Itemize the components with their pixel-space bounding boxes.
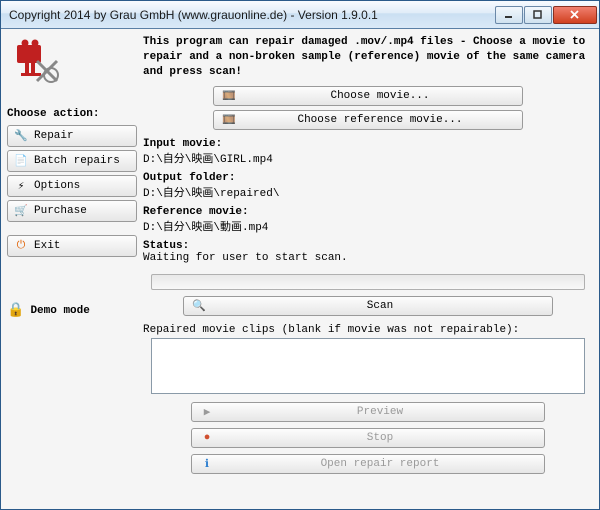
choose-movie-label: Choose movie...: [246, 90, 514, 102]
film-icon: 🎞️: [222, 113, 236, 127]
content: Choose action: 🔧 Repair 📄 Batch repairs …: [1, 29, 599, 509]
window-controls: [494, 6, 597, 24]
maximize-button[interactable]: [524, 6, 552, 24]
repair-button[interactable]: 🔧 Repair: [7, 125, 137, 147]
repaired-clips-label: Repaired movie clips (blank if movie was…: [143, 324, 593, 336]
options-label: Options: [34, 180, 80, 192]
demo-mode-label: Demo mode: [30, 305, 89, 317]
app-logo: [11, 39, 63, 91]
preview-label: Preview: [224, 406, 536, 418]
cart-icon: 🛒: [14, 204, 28, 218]
batch-repairs-button[interactable]: 📄 Batch repairs: [7, 150, 137, 172]
purchase-label: Purchase: [34, 205, 87, 217]
titlebar: Copyright 2014 by Grau GmbH (www.grauonl…: [1, 1, 599, 29]
sidebar-heading: Choose action:: [7, 108, 137, 120]
preview-button[interactable]: ▶ Preview: [191, 402, 545, 422]
document-icon: 📄: [14, 154, 28, 168]
stop-icon: ●: [200, 431, 214, 445]
app-window: Copyright 2014 by Grau GmbH (www.grauonl…: [0, 0, 600, 510]
scan-label: Scan: [216, 300, 544, 312]
exit-button[interactable]: ⏻ Exit: [7, 235, 137, 257]
reference-movie-value: D:\自分\映画\動画.mp4: [143, 218, 593, 234]
instructions-text: This program can repair damaged .mov/.mp…: [143, 35, 593, 80]
stop-label: Stop: [224, 432, 536, 444]
open-report-button[interactable]: ℹ Open repair report: [191, 454, 545, 474]
status-label: Status:: [143, 240, 593, 252]
scan-button[interactable]: 🔍 Scan: [183, 296, 553, 316]
exit-label: Exit: [34, 240, 60, 252]
choose-reference-button[interactable]: 🎞️ Choose reference movie...: [213, 110, 523, 130]
magnifier-icon: 🔍: [192, 299, 206, 313]
lock-icon: 🔒: [7, 302, 24, 319]
demo-mode-row: 🔒 Demo mode: [7, 302, 137, 319]
reference-movie-label: Reference movie:: [143, 206, 593, 218]
film-icon: 🎞️: [222, 89, 236, 103]
play-icon: ▶: [200, 405, 214, 419]
wrench-icon: 🔧: [14, 129, 28, 143]
open-report-label: Open repair report: [224, 458, 536, 470]
window-title: Copyright 2014 by Grau GmbH (www.grauonl…: [9, 8, 494, 22]
output-folder-value: D:\自分\映画\repaired\: [143, 184, 593, 200]
repair-label: Repair: [34, 130, 74, 142]
sidebar: Choose action: 🔧 Repair 📄 Batch repairs …: [7, 35, 137, 503]
bottom-buttons: ▶ Preview ● Stop ℹ Open repair report: [183, 400, 553, 476]
batch-label: Batch repairs: [34, 155, 120, 167]
input-movie-value: D:\自分\映画\GIRL.mp4: [143, 150, 593, 166]
close-button[interactable]: [553, 6, 597, 24]
info-icon: ℹ: [200, 457, 214, 471]
lightning-icon: ⚡: [14, 179, 28, 193]
choose-movie-button[interactable]: 🎞️ Choose movie...: [213, 86, 523, 106]
minimize-button[interactable]: [495, 6, 523, 24]
repaired-clips-list[interactable]: [151, 338, 585, 394]
choose-reference-label: Choose reference movie...: [246, 114, 514, 126]
status-value: Waiting for user to start scan.: [143, 252, 593, 264]
input-movie-label: Input movie:: [143, 138, 593, 150]
main-panel: This program can repair damaged .mov/.mp…: [143, 35, 593, 503]
options-button[interactable]: ⚡ Options: [7, 175, 137, 197]
purchase-button[interactable]: 🛒 Purchase: [7, 200, 137, 222]
progress-bar: [151, 274, 585, 290]
output-folder-label: Output folder:: [143, 172, 593, 184]
power-icon: ⏻: [14, 239, 28, 253]
stop-button[interactable]: ● Stop: [191, 428, 545, 448]
